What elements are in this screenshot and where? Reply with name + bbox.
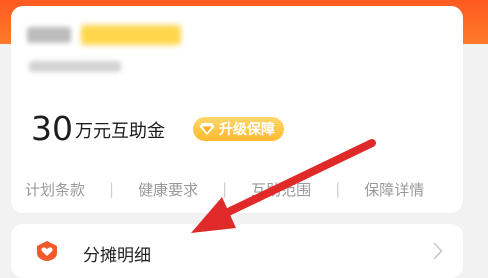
annotation-arrow	[191, 139, 376, 233]
